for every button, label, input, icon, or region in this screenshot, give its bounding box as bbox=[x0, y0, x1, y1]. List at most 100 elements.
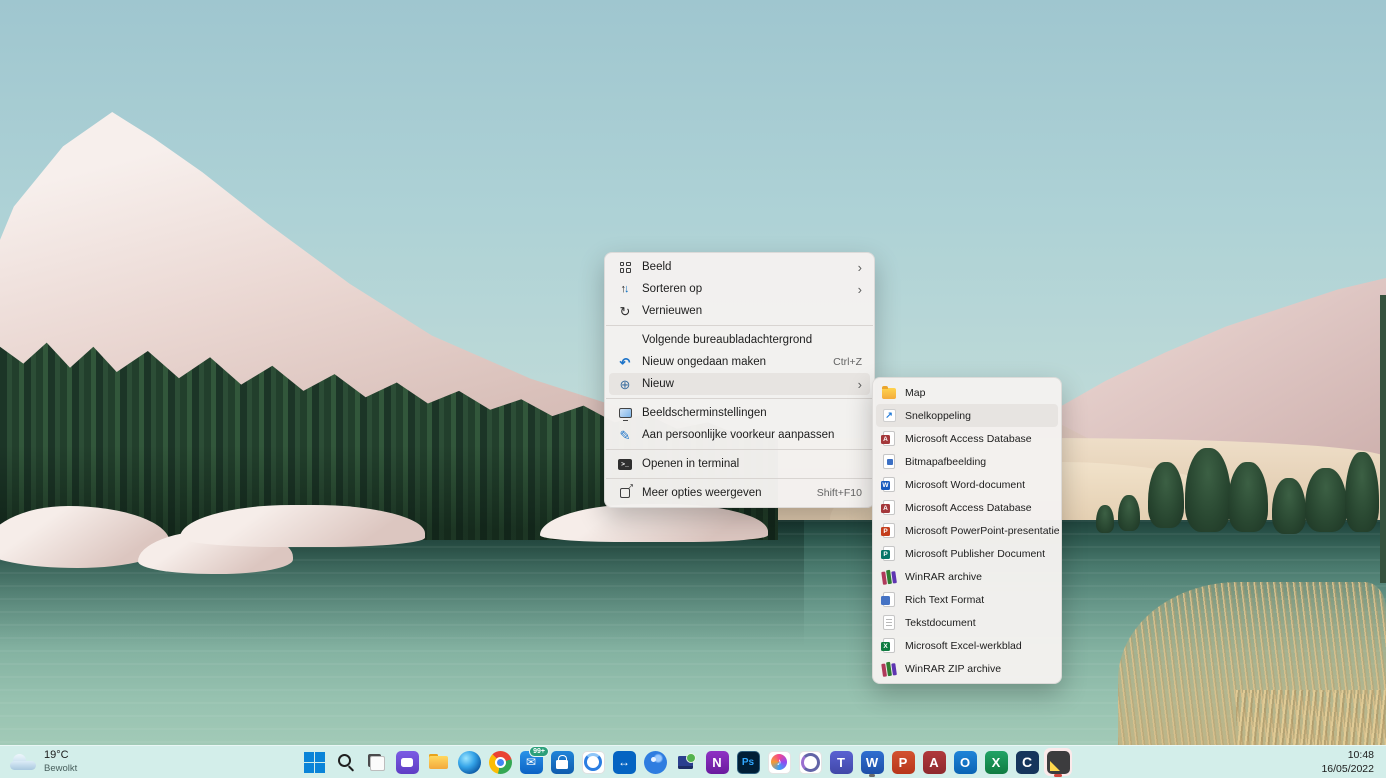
wallpaper-tree bbox=[1096, 505, 1114, 533]
menu-item-winrar-zip-archive[interactable]: WinRAR ZIP archive bbox=[876, 657, 1058, 680]
menu-item-microsoft-excel-werkblad[interactable]: X Microsoft Excel-werkblad bbox=[876, 634, 1058, 657]
menu-item-label: Aan persoonlijke voorkeur aanpassen bbox=[642, 429, 834, 441]
taskbar-teams-icon[interactable]: T bbox=[827, 748, 855, 776]
taskbar-mail-icon[interactable]: ✉99+ bbox=[517, 748, 545, 776]
more-options-icon bbox=[617, 485, 633, 501]
cloud-icon bbox=[10, 754, 36, 770]
wallpaper-tree bbox=[1345, 452, 1379, 532]
shortcut-label: Ctrl+Z bbox=[833, 356, 862, 368]
wallpaper-edge-trees bbox=[1380, 295, 1386, 583]
menu-item-label: Snelkoppeling bbox=[905, 410, 971, 422]
menu-item-beeldscherminstellingen[interactable]: Beeldscherminstellingen bbox=[609, 402, 870, 424]
taskbar-blue-app-icon[interactable] bbox=[641, 748, 669, 776]
menu-item-microsoft-powerpoint-presentatie[interactable]: PMicrosoft PowerPoint-presentatie bbox=[876, 519, 1058, 542]
menu-item-microsoft-publisher-document[interactable]: PMicrosoft Publisher Document bbox=[876, 542, 1058, 565]
taskbar: 19°C Bewolkt ✉99+ ↔ NPs TWPAOXC 10:48 16/05… bbox=[0, 745, 1386, 778]
taskbar-outlook-icon[interactable]: O bbox=[951, 748, 979, 776]
taskbar-excel-icon[interactable]: X bbox=[982, 748, 1010, 776]
taskbar-search-icon[interactable] bbox=[331, 748, 359, 776]
sort-icon: ↑↓ bbox=[617, 281, 633, 297]
icon-spacer bbox=[617, 332, 633, 348]
taskbar-media-app-icon[interactable] bbox=[579, 748, 607, 776]
menu-item-beeld[interactable]: Beeld› bbox=[609, 256, 870, 278]
menu-item-microsoft-access-database[interactable]: AMicrosoft Access Database bbox=[876, 427, 1058, 450]
taskbar-powerpoint-icon[interactable]: P bbox=[889, 748, 917, 776]
menu-item-label: Vernieuwen bbox=[642, 305, 702, 317]
taskbar-start-icon[interactable] bbox=[300, 748, 328, 776]
menu-item-label: Sorteren op bbox=[642, 283, 702, 295]
taskbar-word-icon[interactable]: W bbox=[858, 748, 886, 776]
menu-item-label: WinRAR archive bbox=[905, 571, 982, 583]
menu-item-meer-opties-weergeven[interactable]: Meer opties weergevenShift+F10 bbox=[609, 482, 870, 504]
menu-item-label: Microsoft Word-document bbox=[905, 479, 1025, 491]
menu-item-rich-text-format[interactable]: Rich Text Format bbox=[876, 588, 1058, 611]
undo-icon: ↶ bbox=[617, 354, 633, 370]
powerpoint-file-icon: P bbox=[881, 523, 897, 539]
clock-date: 16/05/2022 bbox=[1321, 762, 1374, 776]
taskbar-clock[interactable]: 10:48 16/05/2022 bbox=[1321, 748, 1374, 776]
chevron-right-icon: › bbox=[858, 378, 862, 391]
taskbar-itunes-icon[interactable] bbox=[765, 748, 793, 776]
new-item-submenu: Map ↗ Snelkoppeling AMicrosoft Access Datab… bbox=[872, 377, 1062, 684]
menu-item-winrar-archive[interactable]: WinRAR archive bbox=[876, 565, 1058, 588]
taskbar-chat-icon[interactable] bbox=[393, 748, 421, 776]
weather-temperature: 19°C bbox=[44, 749, 77, 763]
menu-item-volgende-bureaubladachtergrond[interactable]: Volgende bureaubladachtergrond bbox=[609, 329, 870, 351]
menu-item-aan-persoonlijke-voorkeur-aanpassen[interactable]: ✎Aan persoonlijke voorkeur aanpassen bbox=[609, 424, 870, 446]
taskbar-c-app-icon[interactable]: C bbox=[1013, 748, 1041, 776]
menu-separator bbox=[606, 325, 873, 326]
menu-separator bbox=[606, 449, 873, 450]
taskbar-edge-icon[interactable] bbox=[455, 748, 483, 776]
taskbar-access-icon[interactable]: A bbox=[920, 748, 948, 776]
taskbar-photoshop-icon[interactable]: Ps bbox=[734, 748, 762, 776]
winrar-zip-file-icon bbox=[881, 661, 897, 677]
taskbar-notes-icon[interactable] bbox=[1044, 748, 1072, 776]
menu-item-label: Microsoft Excel-werkblad bbox=[905, 640, 1022, 652]
refresh-icon: ↻ bbox=[617, 303, 633, 319]
taskbar-task-view-icon[interactable] bbox=[362, 748, 390, 776]
rtf-file-icon bbox=[881, 592, 897, 608]
taskbar-ring-app-icon[interactable] bbox=[796, 748, 824, 776]
unread-count-badge: 99+ bbox=[529, 746, 549, 757]
menu-item-tekstdocument[interactable]: Tekstdocument bbox=[876, 611, 1058, 634]
taskbar-teamviewer-icon[interactable]: ↔ bbox=[610, 748, 638, 776]
shortcut-icon: ↗ bbox=[881, 408, 897, 424]
shortcut-label: Shift+F10 bbox=[817, 487, 862, 499]
terminal-icon: >_ bbox=[617, 456, 633, 472]
menu-item-openen-in-terminal[interactable]: >_Openen in terminal bbox=[609, 453, 870, 475]
menu-item-microsoft-access-database[interactable]: AMicrosoft Access Database bbox=[876, 496, 1058, 519]
chevron-right-icon: › bbox=[858, 261, 862, 274]
chevron-right-icon: › bbox=[858, 283, 862, 296]
taskbar-store-icon[interactable] bbox=[548, 748, 576, 776]
folder-icon bbox=[881, 385, 897, 401]
menu-item-vernieuwen[interactable]: ↻ Vernieuwen bbox=[609, 300, 870, 322]
menu-item-snelkoppeling[interactable]: ↗ Snelkoppeling bbox=[876, 404, 1058, 427]
taskbar-onenote-icon[interactable]: N bbox=[703, 748, 731, 776]
menu-item-nieuw[interactable]: ⊕Nieuw› bbox=[609, 373, 870, 395]
menu-item-label: Beeldscherminstellingen bbox=[642, 407, 767, 419]
wallpaper-tree bbox=[1185, 448, 1231, 532]
excel-file-icon: X bbox=[881, 638, 897, 654]
clock-time: 10:48 bbox=[1321, 748, 1374, 762]
bitmap-file-icon bbox=[881, 454, 897, 470]
menu-item-label: Map bbox=[905, 387, 925, 399]
menu-item-nieuw-ongedaan-maken[interactable]: ↶Nieuw ongedaan makenCtrl+Z bbox=[609, 351, 870, 373]
menu-separator bbox=[606, 398, 873, 399]
new-icon: ⊕ bbox=[617, 376, 633, 392]
menu-item-label: Microsoft Publisher Document bbox=[905, 548, 1045, 560]
running-indicator bbox=[869, 774, 875, 777]
desktop-context-menu: Beeld› ↑↓ Sorteren op › ↻ Vernieuwen Volgende … bbox=[604, 252, 875, 508]
taskbar-weather-widget[interactable]: 19°C Bewolkt bbox=[10, 746, 77, 778]
wallpaper-tree bbox=[1305, 468, 1347, 532]
taskbar-chrome-icon[interactable] bbox=[486, 748, 514, 776]
menu-item-bitmapafbeelding[interactable]: Bitmapafbeelding bbox=[876, 450, 1058, 473]
menu-item-map[interactable]: Map bbox=[876, 381, 1058, 404]
weather-condition: Bewolkt bbox=[44, 763, 77, 775]
menu-item-microsoft-word-document[interactable]: WMicrosoft Word-document bbox=[876, 473, 1058, 496]
menu-item-sorteren-op[interactable]: ↑↓ Sorteren op › bbox=[609, 278, 870, 300]
running-indicator bbox=[1054, 774, 1062, 777]
text-file-icon bbox=[881, 615, 897, 631]
menu-item-label: Rich Text Format bbox=[905, 594, 984, 606]
taskbar-file-explorer-icon[interactable] bbox=[424, 748, 452, 776]
taskbar-devices-app-icon[interactable] bbox=[672, 748, 700, 776]
